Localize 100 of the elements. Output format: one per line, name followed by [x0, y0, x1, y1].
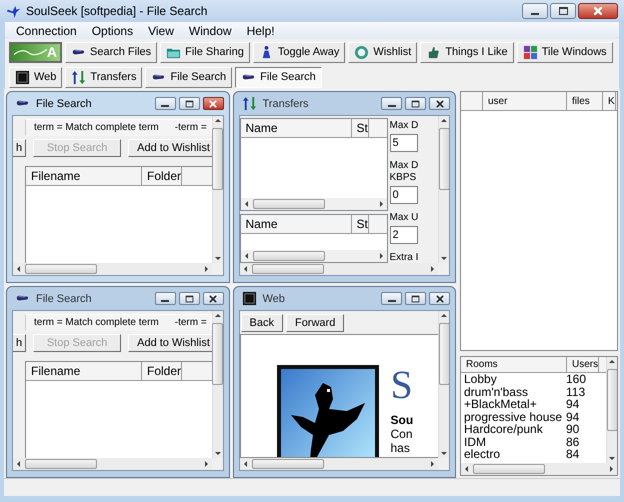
- maximize-button[interactable]: [178, 97, 200, 110]
- user-count: 113: [566, 386, 586, 398]
- column-header[interactable]: Name: [240, 215, 352, 234]
- hint-text: term = Match complete term: [34, 122, 159, 133]
- push-button[interactable]: Add to Wishlist: [128, 334, 212, 352]
- maximize-button[interactable]: [178, 292, 200, 305]
- window-tab[interactable]: File Search: [235, 66, 322, 88]
- horizontal-scrollbar[interactable]: [240, 263, 438, 275]
- room-row[interactable]: +BlackMetal+ 94: [461, 398, 606, 410]
- column-header[interactable]: Users: [567, 357, 600, 372]
- number-field[interactable]: 0: [390, 186, 418, 204]
- user-count: 160: [566, 373, 586, 386]
- setting-label: Max D: [390, 120, 420, 132]
- column-header[interactable]: Rooms: [461, 357, 567, 372]
- column-header[interactable]: user: [483, 92, 567, 110]
- column-header[interactable]: Folder: [142, 362, 182, 380]
- horizontal-scrollbar[interactable]: [13, 458, 212, 470]
- user-count: 86: [566, 436, 580, 448]
- close-button[interactable]: [202, 97, 224, 110]
- window-title: Transfers: [262, 98, 310, 110]
- number-field[interactable]: 2: [390, 226, 418, 244]
- bird-icon: [6, 4, 21, 18]
- room-row[interactable]: drum'n'bass 113: [461, 386, 606, 398]
- user-count: 84: [566, 448, 580, 460]
- horizontal-scrollbar[interactable]: [461, 463, 617, 475]
- horizontal-scrollbar[interactable]: [240, 198, 386, 210]
- globe-icon: [354, 44, 370, 60]
- tiles-icon: [522, 44, 538, 60]
- minimize-button[interactable]: [522, 3, 548, 19]
- push-button[interactable]: h: [13, 139, 26, 157]
- window-title: File Search: [36, 98, 93, 110]
- menu-item[interactable]: Help!: [240, 24, 282, 38]
- toolbar-button[interactable]: Toggle Away: [252, 42, 346, 62]
- vertical-scrollbar[interactable]: [438, 116, 449, 263]
- minimize-button[interactable]: [154, 97, 176, 110]
- minimize-button[interactable]: [154, 292, 176, 305]
- window-tab[interactable]: File Search: [145, 66, 232, 88]
- page-text: Con: [390, 427, 414, 441]
- column-header[interactable]: Name: [240, 119, 352, 137]
- maximize-button[interactable]: [405, 97, 426, 110]
- column-header[interactable]: St: [352, 215, 369, 234]
- room-row[interactable]: electro 84: [461, 448, 606, 460]
- window-icon: [242, 291, 256, 306]
- room-name: drum'n'bass: [464, 386, 529, 398]
- column-header[interactable]: Filename: [26, 167, 142, 185]
- menu-item[interactable]: Connection: [9, 24, 84, 38]
- push-button[interactable]: h: [13, 334, 26, 352]
- page-text: has: [390, 441, 411, 455]
- window-tab[interactable]: Web: [9, 66, 62, 88]
- room-row[interactable]: IDM 86: [461, 436, 606, 448]
- menu-item[interactable]: Options: [84, 24, 140, 38]
- toolbar-button[interactable]: Tile Windows: [516, 42, 613, 62]
- toolbar-button[interactable]: File Sharing: [160, 42, 250, 62]
- nav-button[interactable]: Forward: [286, 314, 344, 332]
- column-header[interactable]: Folder: [142, 167, 182, 185]
- column-header[interactable]: K: [603, 92, 616, 110]
- room-name: +BlackMetal+: [464, 398, 538, 410]
- toolbar-button[interactable]: Search Files: [65, 42, 158, 62]
- user-count: 90: [566, 423, 580, 436]
- column-header[interactable]: files: [567, 92, 603, 110]
- setting-label: Extra I: [390, 252, 420, 263]
- room-row[interactable]: progressive house 94: [461, 410, 606, 423]
- room-name: Lobby: [464, 373, 498, 386]
- room-name: Hardcore/punk: [464, 423, 544, 436]
- close-button[interactable]: [578, 3, 618, 19]
- nav-button[interactable]: Back: [240, 314, 283, 332]
- column-header[interactable]: St: [352, 119, 369, 137]
- horizontal-scrollbar[interactable]: [240, 458, 438, 470]
- toolbar-button[interactable]: Things I Like: [420, 42, 514, 62]
- horizontal-scrollbar[interactable]: [240, 250, 386, 262]
- push-button[interactable]: Add to Wishlist: [128, 139, 212, 157]
- setting-label: Max U: [390, 212, 420, 224]
- minimize-button[interactable]: [381, 97, 402, 110]
- toolbar-button[interactable]: Wishlist: [348, 42, 418, 62]
- room-row[interactable]: Hardcore/punk 90: [461, 423, 606, 436]
- page-text: Sou: [390, 413, 414, 427]
- hint-text: -term =: [174, 317, 207, 328]
- vertical-scrollbar[interactable]: [212, 311, 222, 458]
- vertical-scrollbar[interactable]: [212, 116, 222, 263]
- vertical-scrollbar[interactable]: [438, 311, 449, 458]
- window-icon: [15, 70, 30, 84]
- arrows-icon: [242, 96, 256, 111]
- window-title: Web: [262, 292, 286, 304]
- vertical-scrollbar[interactable]: [606, 357, 617, 463]
- room-row[interactable]: Lobby 160: [461, 373, 606, 386]
- wave-icon: [14, 46, 47, 58]
- close-button[interactable]: [202, 292, 224, 305]
- number-field[interactable]: 5: [390, 134, 418, 152]
- minimize-button[interactable]: [381, 292, 402, 305]
- maximize-button[interactable]: [405, 292, 426, 305]
- horizontal-scrollbar[interactable]: [13, 263, 212, 275]
- window-tab[interactable]: Transfers: [65, 66, 142, 88]
- close-button[interactable]: [429, 97, 450, 110]
- column-header[interactable]: Filename: [26, 362, 142, 380]
- close-button[interactable]: [429, 292, 450, 305]
- menu-item[interactable]: Window: [182, 24, 239, 38]
- user-count: 94: [566, 398, 580, 410]
- maximize-button[interactable]: [550, 3, 576, 19]
- hint-text: -term =: [174, 122, 207, 133]
- menu-item[interactable]: View: [141, 24, 181, 38]
